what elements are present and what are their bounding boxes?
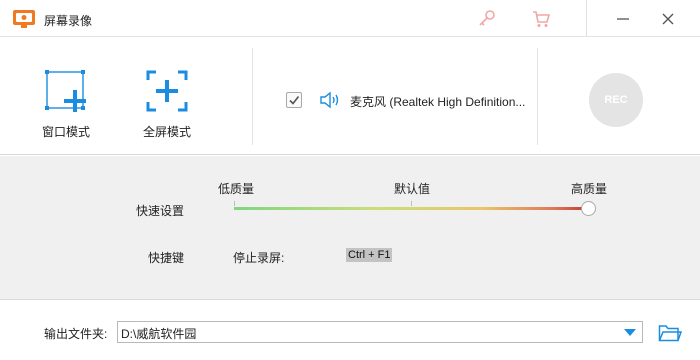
rec-button[interactable]: REC: [589, 73, 643, 127]
chevron-down-icon[interactable]: [624, 329, 636, 336]
divider: [537, 48, 538, 145]
quick-settings-label: 快速设置: [136, 204, 185, 218]
window-mode-icon: [45, 70, 86, 112]
settings-panel: 快速设置 低质量 默认值 高质量 快捷键 停止录屏: Ctrl + F1: [0, 156, 700, 300]
fullscreen-mode-label: 全屏模式: [142, 125, 191, 139]
divider: [252, 48, 253, 145]
window-mode-label: 窗口模式: [41, 125, 90, 139]
stop-recording-hotkey[interactable]: Ctrl + F1: [346, 248, 393, 262]
capture-mode-panel: 窗口模式 全屏模式 麦克风 (Realtek High Definition..…: [0, 38, 700, 155]
title-bar: 屏幕录像: [0, 0, 700, 37]
window-mode-button[interactable]: 窗口模式: [31, 68, 101, 148]
speaker-icon[interactable]: [319, 90, 343, 110]
slider-tick: [234, 201, 235, 206]
slider-tick: [411, 201, 412, 206]
close-icon[interactable]: [657, 8, 679, 30]
quality-high-label: 高质量: [571, 182, 608, 196]
quality-low-label: 低质量: [218, 182, 255, 196]
quality-default-label: 默认值: [394, 182, 431, 196]
fullscreen-mode-button[interactable]: 全屏模式: [132, 68, 202, 148]
checkmark-icon: [289, 96, 300, 105]
folder-icon[interactable]: [658, 323, 682, 343]
window-title: 屏幕录像: [44, 14, 93, 28]
microphone-checkbox[interactable]: [286, 92, 302, 108]
key-icon[interactable]: [476, 8, 498, 30]
output-panel: 输出文件夹: D:\威航软件园: [0, 301, 700, 360]
output-folder-path: D:\威航软件园: [121, 327, 197, 341]
output-folder-label: 输出文件夹:: [44, 327, 108, 341]
app-logo-icon: [13, 10, 35, 28]
titlebar-divider: [586, 0, 587, 37]
fullscreen-mode-icon: [146, 70, 188, 112]
hotkey-label: 快捷键: [148, 251, 185, 265]
quality-slider-handle[interactable]: [581, 201, 596, 216]
stop-recording-label: 停止录屏:: [233, 251, 285, 265]
minimize-icon[interactable]: [612, 8, 634, 30]
cart-icon[interactable]: [530, 8, 552, 30]
output-folder-select[interactable]: D:\威航软件园: [117, 321, 643, 343]
quality-slider[interactable]: [234, 207, 588, 210]
microphone-device-label[interactable]: 麦克风 (Realtek High Definition...: [350, 93, 525, 110]
